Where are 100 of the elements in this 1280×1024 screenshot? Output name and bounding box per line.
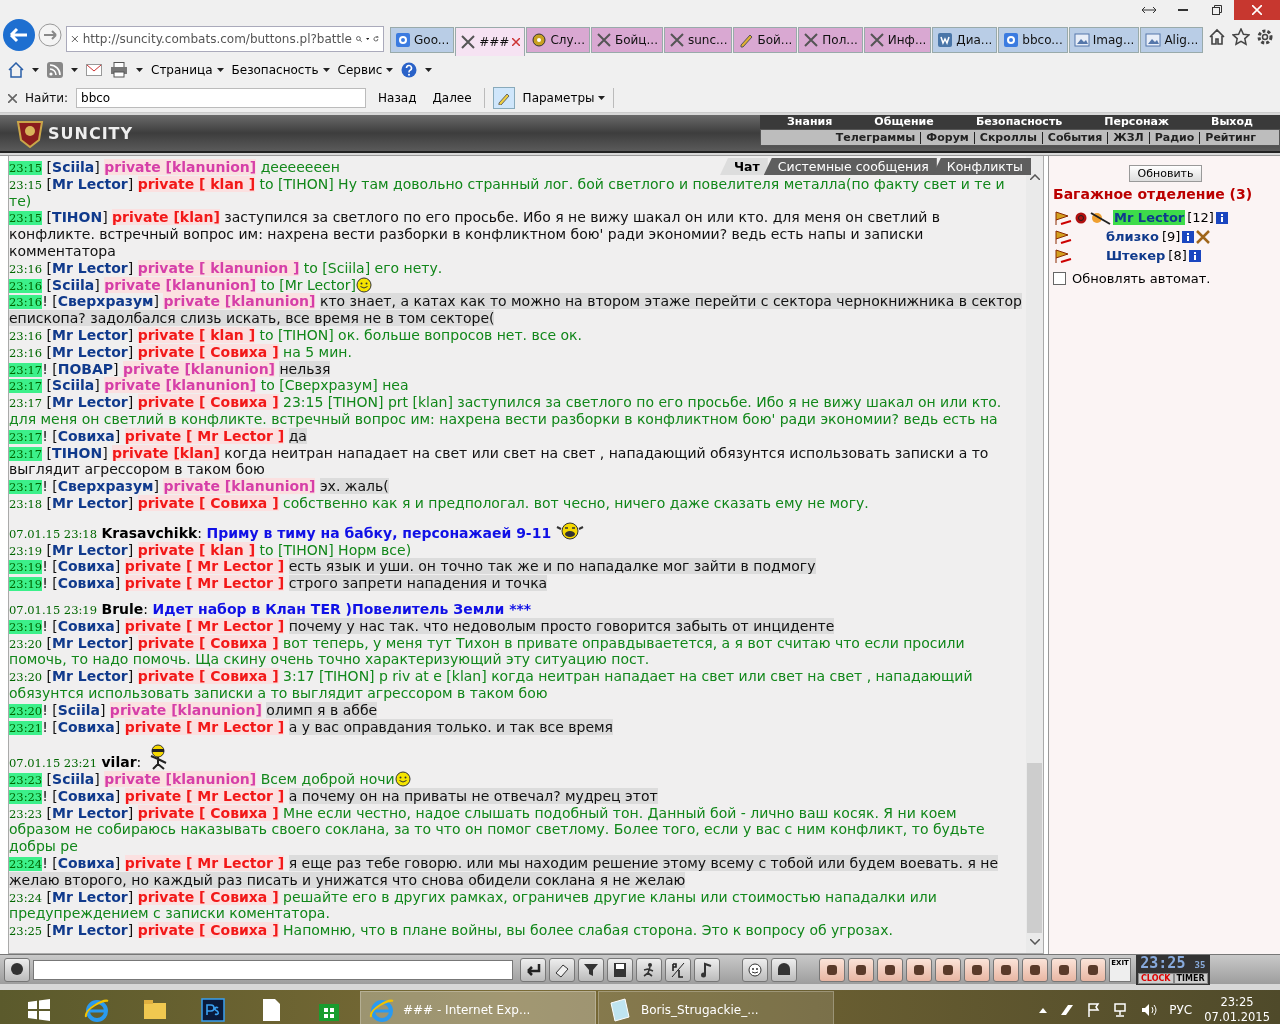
photoshop-icon[interactable] (200, 997, 226, 1023)
sender-name[interactable]: [Совиха] (52, 787, 121, 804)
toolbar-button[interactable] (819, 957, 845, 982)
toolbar-button[interactable] (665, 957, 691, 982)
nav-link[interactable]: Выход (1203, 115, 1261, 129)
internet-explorer-icon[interactable] (84, 997, 110, 1023)
sender-name[interactable]: [Mr Lector] (46, 634, 134, 651)
sender-name[interactable]: [Mr Lector] (46, 804, 134, 821)
next-button[interactable]: Далее (428, 91, 476, 105)
toolbar-button[interactable] (848, 957, 874, 982)
toolbar-button[interactable] (694, 957, 720, 982)
nav-link[interactable]: Рейтинг (1199, 131, 1261, 144)
sender-name[interactable]: Brule: (101, 600, 149, 617)
sender-name[interactable]: [Mr Lector] (46, 326, 134, 343)
scrollbar[interactable] (1026, 156, 1043, 953)
sender-name[interactable]: [Sciila] (52, 701, 106, 718)
sender-name[interactable]: [Mr Lector] (46, 668, 134, 685)
sender-name[interactable]: [Сверхразум] (52, 293, 160, 310)
user-name[interactable]: Mr Lector (1113, 210, 1186, 225)
search-icon[interactable] (355, 33, 362, 45)
help-icon[interactable] (401, 62, 418, 78)
browser-tab[interactable]: Imag... (1068, 27, 1140, 53)
nav-link[interactable]: Знания (779, 115, 841, 129)
speaker-icon[interactable] (1141, 1003, 1158, 1017)
nav-link[interactable]: ЖЗЛ (1107, 131, 1149, 144)
chat-tab[interactable]: Системные сообщения (763, 158, 937, 175)
sender-name[interactable]: [Sciila] (46, 377, 100, 394)
sender-name[interactable]: [Mr Lector] (46, 259, 134, 276)
home-icon[interactable] (1208, 28, 1226, 46)
timer-tab[interactable]: TIMER (1173, 972, 1208, 984)
chat-tab[interactable]: Чат (720, 158, 768, 175)
scroll-up-icon[interactable] (1029, 174, 1040, 180)
toolbar-button[interactable] (877, 957, 903, 982)
sender-name[interactable]: [Совиха] (52, 427, 121, 444)
toolbar-button[interactable] (1051, 957, 1077, 982)
options-button[interactable]: Параметры (522, 91, 606, 105)
message-input[interactable] (33, 959, 513, 980)
nav-link[interactable]: Скроллы (973, 131, 1042, 144)
sender-name[interactable]: [Mr Lector] (46, 394, 134, 411)
close-icon[interactable] (512, 38, 521, 46)
info-icon[interactable] (1188, 249, 1201, 262)
find-field[interactable]: bbco (76, 88, 366, 108)
browser-tab[interactable]: Слу... (526, 27, 590, 53)
scroll-down-icon[interactable] (1029, 939, 1040, 945)
browser-tab[interactable]: bbco... (998, 27, 1068, 53)
sender-name[interactable]: [Совиха] (52, 617, 121, 634)
scrollbar-thumb[interactable] (1027, 763, 1042, 933)
browser-tab[interactable]: sunc... (663, 27, 733, 53)
envelope-icon[interactable] (86, 64, 102, 76)
sender-name[interactable]: [Mr Lector] (46, 175, 134, 192)
previous-button[interactable]: Назад (374, 91, 421, 105)
tray-up-arrow-icon[interactable] (1039, 1007, 1048, 1013)
browser-tab[interactable]: Диа... (932, 27, 998, 53)
user-name[interactable]: Штекер (1105, 248, 1167, 263)
browser-tab[interactable]: Goo... (390, 27, 455, 53)
nav-link[interactable]: Радио (1148, 131, 1200, 144)
browser-tab[interactable]: Пол... (798, 27, 863, 53)
tray-clock[interactable]: 23:25 07.01.2015 (1204, 995, 1270, 1024)
highlight-toggle[interactable] (492, 87, 515, 109)
back-icon[interactable] (2, 18, 36, 52)
browser-tab[interactable]: Инф... (863, 27, 932, 53)
toolbar-button[interactable] (520, 957, 546, 982)
user-name[interactable]: близко (1105, 229, 1160, 244)
language-indicator[interactable]: РУС (1169, 1003, 1193, 1017)
sender-name[interactable]: vilar: (101, 754, 142, 771)
settings-icon[interactable] (1256, 28, 1274, 46)
sender-name[interactable]: [Sciila] (46, 276, 100, 293)
browser-tab[interactable]: Бой... (733, 27, 798, 53)
printer-icon[interactable] (110, 62, 128, 78)
menu-button[interactable]: Безопасность (231, 63, 330, 77)
menu-button[interactable]: Сервис (337, 63, 394, 77)
sender-name[interactable]: [Mr Lector] (46, 888, 134, 905)
toolbar-button[interactable] (607, 957, 633, 982)
feed-icon[interactable] (47, 62, 63, 78)
windows-logo-icon[interactable] (26, 997, 52, 1023)
sender-name[interactable]: [TIHON] (46, 444, 108, 461)
refresh-icon[interactable] (373, 33, 379, 45)
nav-link[interactable]: События (1041, 131, 1108, 144)
sender-name[interactable]: [Mr Lector] (46, 343, 134, 360)
browser-tab[interactable]: ### (455, 27, 526, 56)
sender-name[interactable]: [Mr Lector] (46, 922, 134, 939)
sender-name[interactable]: [Совиха] (52, 855, 121, 872)
address-field[interactable]: http://suncity.combats.com/buttons.pl?battle (66, 26, 384, 52)
browser-tab[interactable]: Alig... (1140, 27, 1204, 53)
refresh-button[interactable]: Обновить (1128, 165, 1203, 182)
sender-name[interactable]: [TIHON] (46, 209, 108, 226)
forward-icon[interactable] (38, 23, 62, 47)
star-icon[interactable] (1232, 28, 1250, 46)
toolbar-button[interactable] (636, 957, 662, 982)
toolbar-button[interactable] (742, 957, 768, 982)
sender-name[interactable]: [Mr Lector] (46, 541, 134, 558)
sender-name[interactable]: [Сверхразум] (52, 478, 160, 495)
nav-link[interactable]: Телеграммы (830, 131, 921, 144)
toolbar-button[interactable] (935, 957, 961, 982)
close-icon[interactable] (8, 93, 17, 103)
toolbar-button[interactable] (906, 957, 932, 982)
sender-name[interactable]: [Sciila] (46, 771, 100, 788)
menu-button[interactable]: Страница (151, 63, 224, 77)
toolbar-button[interactable] (1022, 957, 1048, 982)
taskbar-window[interactable]: Boris_Strugackie_... (598, 991, 834, 1024)
